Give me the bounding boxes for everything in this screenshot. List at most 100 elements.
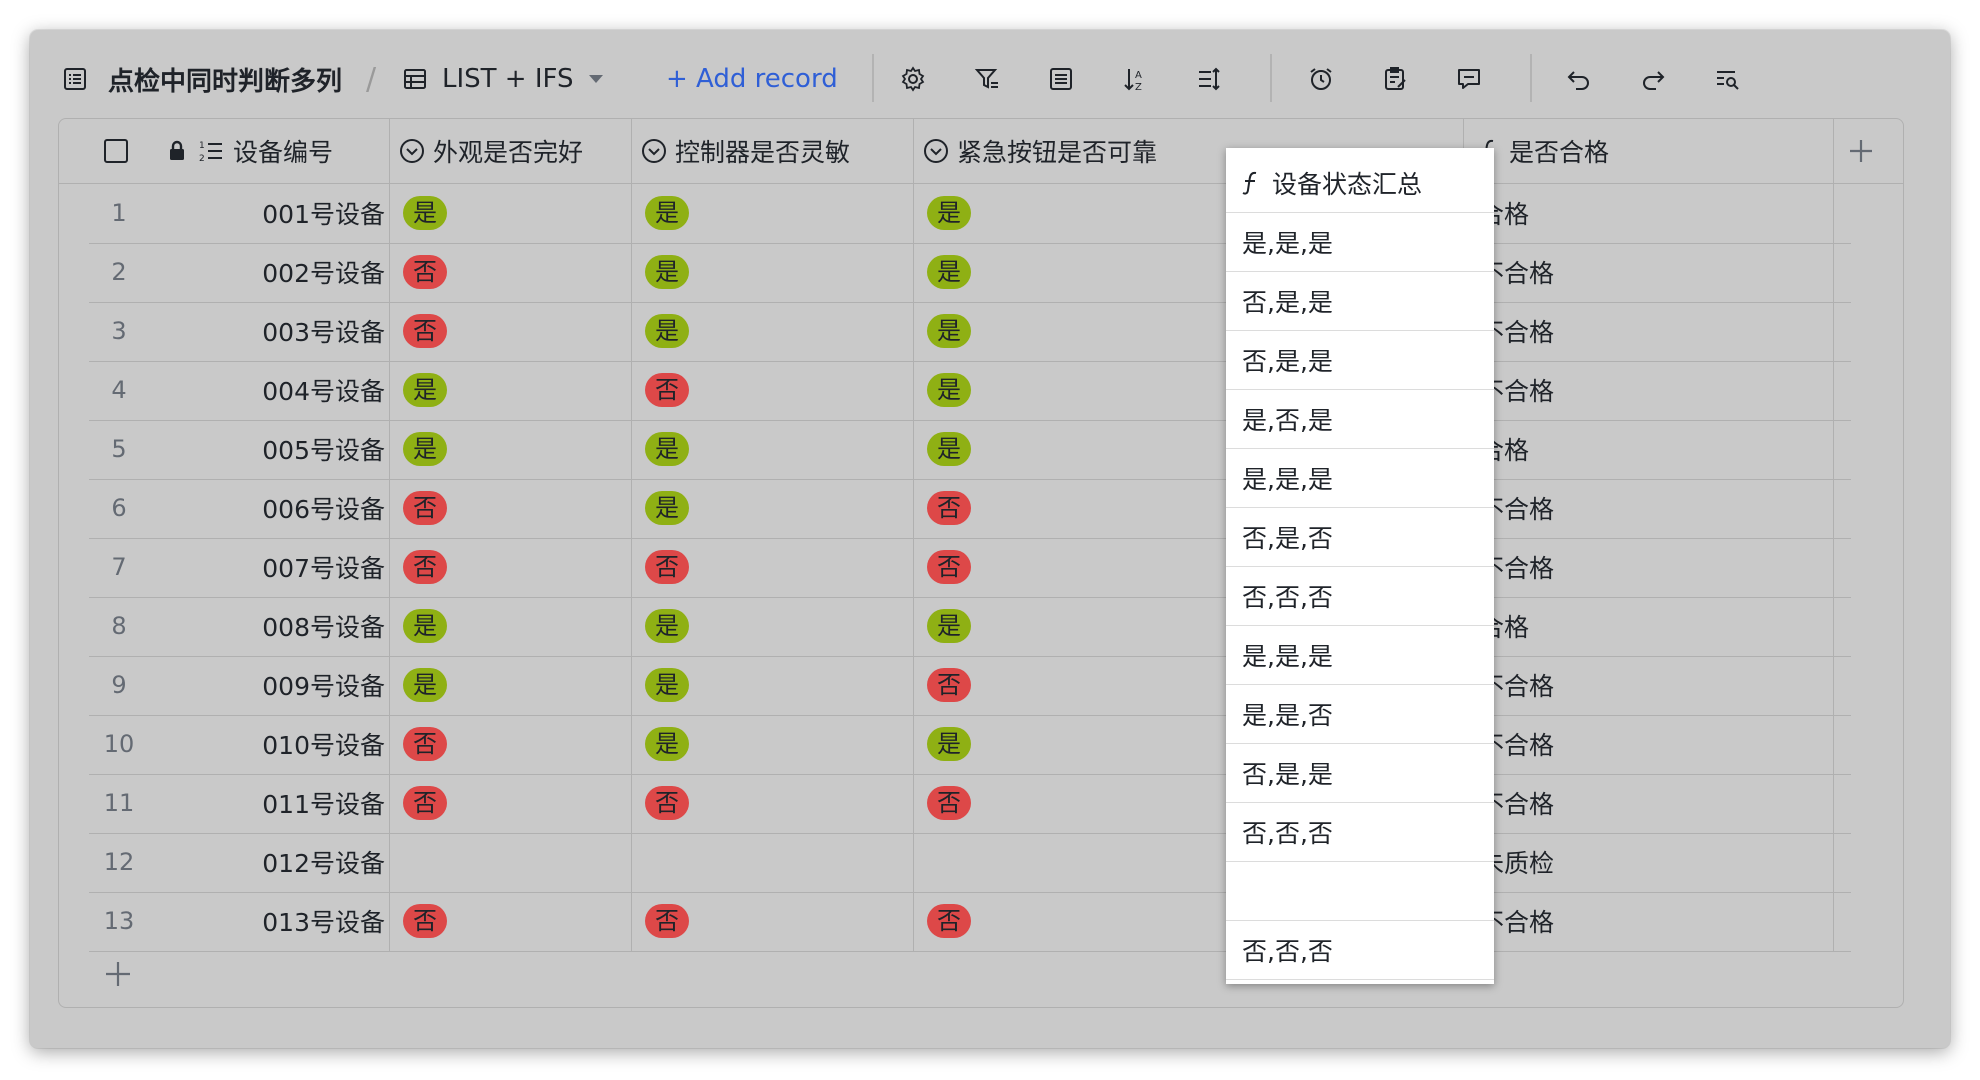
status-cell[interactable]: 否 (403, 243, 447, 301)
table-row[interactable]: 6 006号设备否是否不合格 (89, 479, 1851, 539)
status-cell[interactable]: 是 (403, 361, 447, 419)
status-cell[interactable]: 否 (403, 479, 447, 537)
settings-button[interactable] (900, 30, 926, 128)
header-controller[interactable]: 控制器是否灵敏 (641, 119, 850, 183)
status-cell[interactable]: 是 (645, 420, 689, 478)
select-all-checkbox[interactable] (103, 119, 129, 183)
status-cell[interactable]: 是 (927, 302, 971, 360)
table-row[interactable]: 13 013号设备否否否不合格 (89, 892, 1851, 952)
status-cell[interactable]: 否 (403, 715, 447, 773)
status-cell[interactable]: 是 (403, 656, 447, 714)
status-cell[interactable]: 是 (403, 597, 447, 655)
sort-button[interactable]: AZ (1122, 30, 1148, 128)
undo-button[interactable] (1566, 30, 1592, 128)
table-row[interactable]: 1 001号设备是是是合格 (89, 184, 1851, 244)
status-cell[interactable]: 否 (645, 892, 689, 950)
status-cell[interactable]: 否 (645, 538, 689, 596)
table-row[interactable]: 11 011号设备否否否不合格 (89, 774, 1851, 834)
status-cell[interactable]: 否 (927, 892, 971, 950)
status-tag: 否 (403, 727, 447, 761)
status-cell[interactable]: 是 (927, 243, 971, 301)
device-id-cell[interactable]: 002号设备 (239, 243, 385, 301)
summary-cell[interactable]: 否,否,否 (1242, 921, 1333, 979)
status-cell[interactable]: 是 (645, 656, 689, 714)
doc-icon[interactable] (62, 30, 88, 128)
status-cell[interactable]: 否 (927, 774, 971, 832)
summary-cell[interactable]: 是,是,否 (1242, 685, 1333, 743)
status-cell[interactable]: 是 (645, 715, 689, 773)
summary-cell[interactable]: 否,是,是 (1242, 331, 1333, 389)
summary-cell[interactable]: 否,否,否 (1242, 567, 1333, 625)
status-cell[interactable]: 是 (645, 479, 689, 537)
header-summary[interactable]: 设备状态汇总 (1240, 154, 1422, 212)
summary-cell[interactable]: 否,是,否 (1242, 508, 1333, 566)
summary-cell[interactable]: 是,是,是 (1242, 213, 1333, 271)
summary-cell[interactable]: 否,是,是 (1242, 272, 1333, 330)
status-cell[interactable]: 是 (927, 597, 971, 655)
status-cell[interactable]: 否 (403, 302, 447, 360)
form-button[interactable] (1382, 30, 1408, 128)
status-cell[interactable]: 是 (927, 184, 971, 242)
group-button[interactable] (1048, 30, 1074, 128)
status-cell[interactable]: 是 (403, 184, 447, 242)
table-row[interactable]: 9 009号设备是是否不合格 (89, 656, 1851, 716)
device-id-cell[interactable]: 006号设备 (239, 479, 385, 537)
comment-button[interactable] (1456, 30, 1482, 128)
table-row[interactable]: 2 002号设备否是是不合格 (89, 243, 1851, 303)
table-row[interactable]: 8 008号设备是是是合格 (89, 597, 1851, 657)
header-emergency[interactable]: 紧急按钮是否可靠 (923, 119, 1157, 183)
status-cell[interactable]: 否 (403, 538, 447, 596)
device-id-cell[interactable]: 005号设备 (239, 420, 385, 478)
add-row-button[interactable] (103, 959, 133, 989)
status-cell[interactable]: 是 (403, 420, 447, 478)
header-device-id[interactable]: 12 设备编号 (167, 119, 333, 183)
table-row[interactable]: 12 012号设备 未质检 (89, 833, 1851, 893)
device-id-cell[interactable]: 013号设备 (239, 892, 385, 950)
status-cell[interactable]: 是 (927, 420, 971, 478)
status-cell[interactable]: 否 (645, 774, 689, 832)
redo-button[interactable] (1640, 30, 1666, 128)
status-cell[interactable]: 否 (645, 361, 689, 419)
device-id-cell[interactable]: 004号设备 (239, 361, 385, 419)
doc-title[interactable]: 点检中同时判断多列 (108, 30, 342, 128)
summary-cell[interactable]: 是,是,是 (1242, 449, 1333, 507)
device-id-cell[interactable]: 001号设备 (239, 184, 385, 242)
status-cell[interactable]: 否 (403, 774, 447, 832)
device-id-cell[interactable]: 011号设备 (239, 774, 385, 832)
status-cell[interactable]: 是 (645, 243, 689, 301)
table-row[interactable]: 5 005号设备是是是合格 (89, 420, 1851, 480)
device-id-cell[interactable]: 009号设备 (239, 656, 385, 714)
device-id-cell[interactable]: 003号设备 (239, 302, 385, 360)
status-cell[interactable]: 否 (403, 892, 447, 950)
table-row[interactable]: 4 004号设备是否是不合格 (89, 361, 1851, 421)
status-cell[interactable]: 是 (645, 597, 689, 655)
header-appearance[interactable]: 外观是否完好 (399, 119, 583, 183)
summary-cell[interactable]: 是,否,是 (1242, 390, 1333, 448)
header-qualified[interactable]: 是否合格 (1477, 119, 1609, 183)
status-cell[interactable]: 是 (927, 715, 971, 773)
summary-cell[interactable]: 否,否,否 (1242, 803, 1333, 861)
table-row[interactable]: 7 007号设备否否否不合格 (89, 538, 1851, 598)
table-row[interactable]: 10 010号设备否是是不合格 (89, 715, 1851, 775)
add-record-button[interactable]: + Add record (666, 30, 838, 128)
status-cell[interactable]: 否 (927, 656, 971, 714)
device-id-cell[interactable]: 010号设备 (239, 715, 385, 773)
filter-button[interactable] (974, 30, 1000, 128)
view-selector[interactable]: LIST + IFS (402, 30, 604, 128)
device-id-cell[interactable]: 008号设备 (239, 597, 385, 655)
summary-cell[interactable]: 否,是,是 (1242, 744, 1333, 802)
status-cell[interactable]: 是 (645, 184, 689, 242)
table-row[interactable]: 3 003号设备否是是不合格 (89, 302, 1851, 362)
status-cell[interactable]: 是 (927, 361, 971, 419)
status-cell[interactable]: 否 (927, 538, 971, 596)
add-column-button[interactable] (1847, 119, 1875, 183)
row-height-button[interactable] (1196, 30, 1222, 128)
status-cell[interactable]: 否 (927, 479, 971, 537)
search-button[interactable] (1714, 30, 1740, 128)
summary-cell[interactable]: 是,是,是 (1242, 626, 1333, 684)
status-cell[interactable]: 是 (645, 302, 689, 360)
reminder-button[interactable] (1308, 30, 1334, 128)
device-id-cell[interactable]: 007号设备 (239, 538, 385, 596)
device-id-cell[interactable]: 012号设备 (239, 833, 385, 891)
status-tag: 是 (927, 255, 971, 289)
